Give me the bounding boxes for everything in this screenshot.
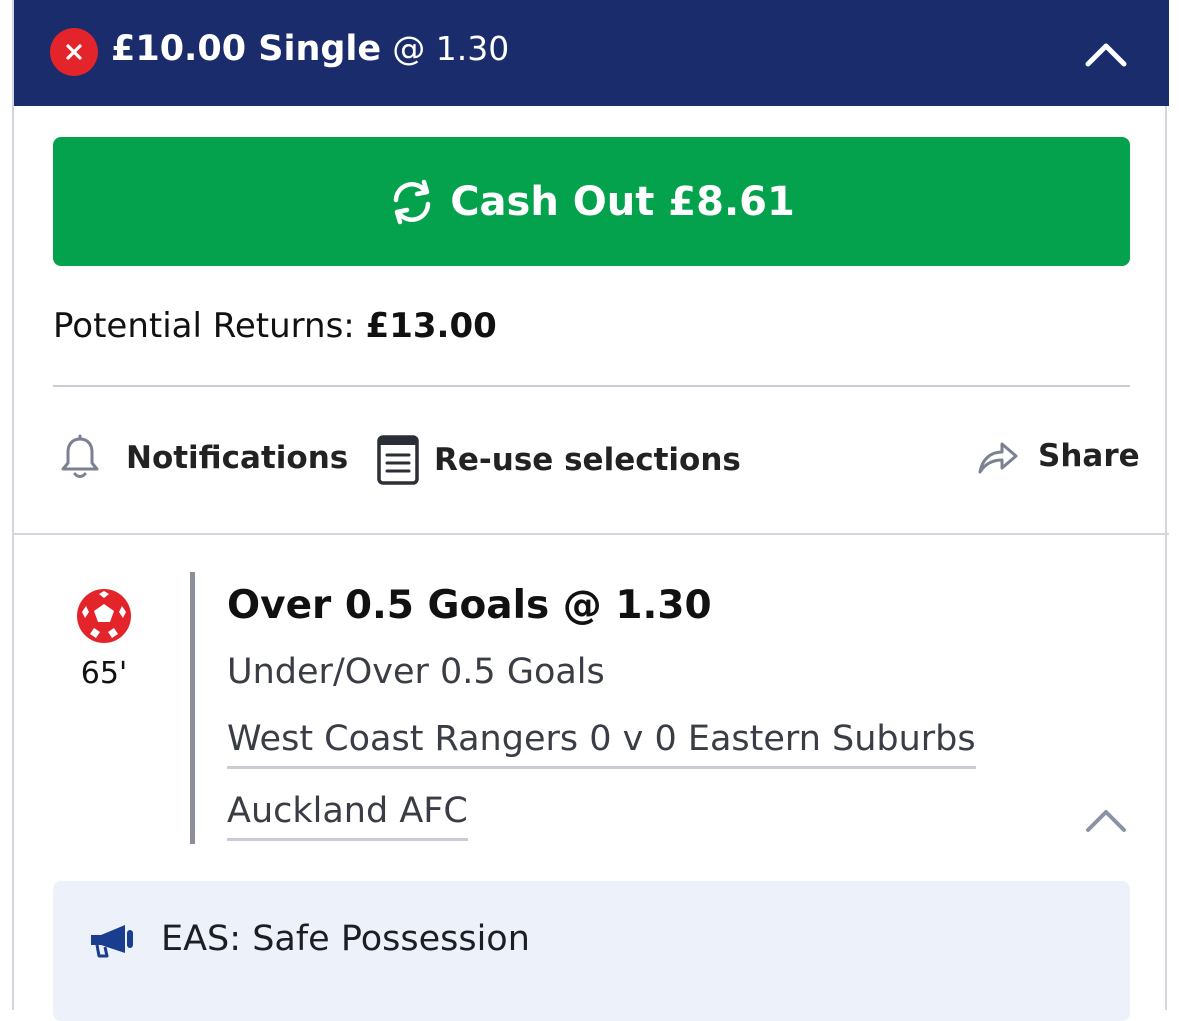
bet-header[interactable]: £10.00 Single @ 1.30 — [14, 0, 1169, 106]
share-button[interactable]: Share — [976, 434, 1140, 478]
selection-market: Under/Over 0.5 Goals — [227, 652, 605, 692]
bet-stake: £10.00 Single — [111, 29, 382, 69]
reuse-selections-button[interactable]: Re-use selections — [376, 434, 741, 486]
cash-out-label: Cash Out £8.61 — [450, 178, 795, 225]
bet-odds: @ 1.30 — [392, 29, 510, 68]
competition-link[interactable]: Auckland AFC — [227, 790, 468, 841]
divider — [53, 385, 1130, 387]
event-info-text: EAS: Safe Possession — [161, 919, 530, 959]
share-icon — [976, 434, 1038, 478]
close-icon — [50, 28, 98, 76]
refresh-icon — [388, 179, 450, 225]
match-time: 65' — [80, 656, 128, 691]
chevron-up-icon[interactable] — [1084, 804, 1128, 836]
selection-bar — [190, 572, 195, 844]
bet-actions: Notifications Re-use selections Share — [14, 430, 1169, 494]
football-icon — [76, 588, 132, 644]
potential-returns-value: £13.00 — [365, 306, 497, 346]
chevron-up-icon[interactable] — [1082, 34, 1130, 74]
cash-out-button[interactable]: Cash Out £8.61 — [53, 137, 1130, 266]
selection-title: Over 0.5 Goals @ 1.30 — [227, 583, 712, 628]
notifications-button[interactable]: Notifications — [58, 434, 348, 482]
bet-card: £10.00 Single @ 1.30 Cash Out £8.61 Pote… — [12, 0, 1169, 1021]
bet-title: £10.00 Single @ 1.30 — [111, 26, 509, 72]
share-label: Share — [1038, 438, 1140, 474]
reuse-selections-label: Re-use selections — [434, 442, 741, 478]
potential-returns-label: Potential Returns: — [53, 306, 355, 346]
event-info-box: EAS: Safe Possession — [53, 881, 1130, 1021]
event-link[interactable]: West Coast Rangers 0 v 0 Eastern Suburbs — [227, 718, 976, 769]
megaphone-icon — [87, 923, 137, 959]
divider — [14, 533, 1169, 535]
bell-icon — [58, 434, 126, 482]
potential-returns: Potential Returns: £13.00 — [53, 305, 497, 347]
notifications-label: Notifications — [126, 440, 349, 476]
document-icon — [376, 434, 434, 486]
